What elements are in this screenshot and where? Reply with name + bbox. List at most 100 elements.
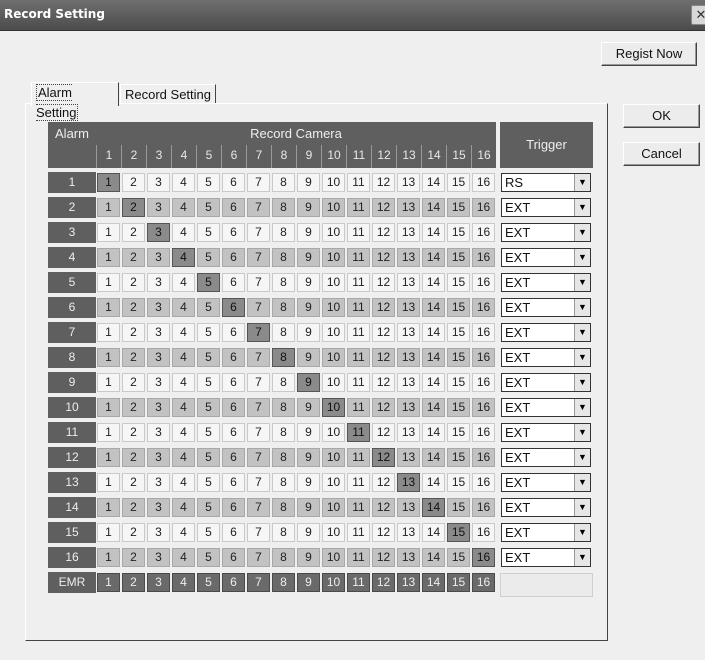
record-camera-cell[interactable]: 13 [397, 448, 420, 467]
record-camera-cell[interactable]: 7 [247, 548, 270, 567]
record-camera-cell[interactable]: 8 [272, 348, 295, 367]
record-camera-cell[interactable]: 6 [222, 173, 245, 192]
record-camera-cell[interactable]: 14 [422, 298, 445, 317]
record-camera-cell[interactable]: 10 [322, 273, 345, 292]
trigger-select[interactable]: EXT ▼ [501, 373, 591, 392]
record-camera-cell[interactable]: 8 [272, 498, 295, 517]
record-camera-cell[interactable]: 2 [122, 198, 145, 217]
trigger-select[interactable]: EXT ▼ [501, 248, 591, 267]
emr-camera-cell[interactable]: 6 [222, 573, 245, 592]
trigger-select[interactable]: RS ▼ [501, 173, 591, 192]
record-camera-cell[interactable]: 12 [372, 548, 395, 567]
chevron-down-icon[interactable]: ▼ [574, 424, 590, 441]
record-camera-cell[interactable]: 5 [197, 448, 220, 467]
record-camera-cell[interactable]: 13 [397, 548, 420, 567]
record-camera-cell[interactable]: 2 [122, 398, 145, 417]
record-camera-cell[interactable]: 7 [247, 373, 270, 392]
record-camera-cell[interactable]: 8 [272, 173, 295, 192]
record-camera-cell[interactable]: 16 [472, 448, 495, 467]
record-camera-cell[interactable]: 7 [247, 173, 270, 192]
emr-camera-cell[interactable]: 10 [322, 573, 345, 592]
chevron-down-icon[interactable]: ▼ [574, 549, 590, 566]
record-camera-cell[interactable]: 8 [272, 223, 295, 242]
record-camera-cell[interactable]: 11 [347, 298, 370, 317]
record-camera-cell[interactable]: 9 [297, 323, 320, 342]
record-camera-cell[interactable]: 4 [172, 298, 195, 317]
record-camera-cell[interactable]: 7 [247, 473, 270, 492]
trigger-select[interactable]: EXT ▼ [501, 498, 591, 517]
chevron-down-icon[interactable]: ▼ [574, 499, 590, 516]
record-camera-cell[interactable]: 5 [197, 498, 220, 517]
record-camera-cell[interactable]: 3 [147, 198, 170, 217]
record-camera-cell[interactable]: 11 [347, 323, 370, 342]
record-camera-cell[interactable]: 7 [247, 523, 270, 542]
record-camera-cell[interactable]: 2 [122, 523, 145, 542]
record-camera-cell[interactable]: 6 [222, 198, 245, 217]
record-camera-cell[interactable]: 5 [197, 398, 220, 417]
record-camera-cell[interactable]: 1 [97, 523, 120, 542]
record-camera-cell[interactable]: 16 [472, 548, 495, 567]
trigger-select[interactable]: EXT ▼ [501, 423, 591, 442]
record-camera-cell[interactable]: 11 [347, 423, 370, 442]
record-camera-cell[interactable]: 14 [422, 423, 445, 442]
record-camera-cell[interactable]: 8 [272, 198, 295, 217]
record-camera-cell[interactable]: 1 [97, 398, 120, 417]
record-camera-cell[interactable]: 9 [297, 348, 320, 367]
record-camera-cell[interactable]: 6 [222, 548, 245, 567]
record-camera-cell[interactable]: 11 [347, 548, 370, 567]
record-camera-cell[interactable]: 12 [372, 423, 395, 442]
close-icon[interactable]: ✕ [691, 5, 705, 25]
record-camera-cell[interactable]: 1 [97, 323, 120, 342]
record-camera-cell[interactable]: 13 [397, 273, 420, 292]
record-camera-cell[interactable]: 11 [347, 273, 370, 292]
record-camera-cell[interactable]: 2 [122, 423, 145, 442]
record-camera-cell[interactable]: 3 [147, 548, 170, 567]
record-camera-cell[interactable]: 4 [172, 398, 195, 417]
trigger-select[interactable]: EXT ▼ [501, 273, 591, 292]
record-camera-cell[interactable]: 4 [172, 498, 195, 517]
record-camera-cell[interactable]: 4 [172, 348, 195, 367]
record-camera-cell[interactable]: 11 [347, 398, 370, 417]
chevron-down-icon[interactable]: ▼ [574, 324, 590, 341]
emr-camera-cell[interactable]: 1 [97, 573, 120, 592]
emr-camera-cell[interactable]: 3 [147, 573, 170, 592]
trigger-select[interactable]: EXT ▼ [501, 348, 591, 367]
record-camera-cell[interactable]: 9 [297, 398, 320, 417]
record-camera-cell[interactable]: 1 [97, 273, 120, 292]
record-camera-cell[interactable]: 3 [147, 523, 170, 542]
record-camera-cell[interactable]: 2 [122, 323, 145, 342]
record-camera-cell[interactable]: 16 [472, 423, 495, 442]
record-camera-cell[interactable]: 6 [222, 423, 245, 442]
record-camera-cell[interactable]: 15 [447, 348, 470, 367]
record-camera-cell[interactable]: 12 [372, 398, 395, 417]
record-camera-cell[interactable]: 12 [372, 523, 395, 542]
record-camera-cell[interactable]: 10 [322, 198, 345, 217]
record-camera-cell[interactable]: 5 [197, 173, 220, 192]
record-camera-cell[interactable]: 8 [272, 473, 295, 492]
trigger-select[interactable]: EXT ▼ [501, 473, 591, 492]
record-camera-cell[interactable]: 7 [247, 248, 270, 267]
emr-camera-cell[interactable]: 8 [272, 573, 295, 592]
record-camera-cell[interactable]: 1 [97, 548, 120, 567]
chevron-down-icon[interactable]: ▼ [574, 524, 590, 541]
record-camera-cell[interactable]: 10 [322, 523, 345, 542]
record-camera-cell[interactable]: 12 [372, 323, 395, 342]
trigger-select[interactable]: EXT ▼ [501, 198, 591, 217]
chevron-down-icon[interactable]: ▼ [574, 349, 590, 366]
record-camera-cell[interactable]: 6 [222, 323, 245, 342]
record-camera-cell[interactable]: 7 [247, 198, 270, 217]
record-camera-cell[interactable]: 11 [347, 198, 370, 217]
record-camera-cell[interactable]: 8 [272, 523, 295, 542]
record-camera-cell[interactable]: 11 [347, 473, 370, 492]
record-camera-cell[interactable]: 7 [247, 323, 270, 342]
record-camera-cell[interactable]: 9 [297, 548, 320, 567]
record-camera-cell[interactable]: 13 [397, 373, 420, 392]
record-camera-cell[interactable]: 10 [322, 498, 345, 517]
record-camera-cell[interactable]: 14 [422, 373, 445, 392]
record-camera-cell[interactable]: 4 [172, 223, 195, 242]
record-camera-cell[interactable]: 9 [297, 223, 320, 242]
record-camera-cell[interactable]: 9 [297, 473, 320, 492]
chevron-down-icon[interactable]: ▼ [574, 224, 590, 241]
record-camera-cell[interactable]: 14 [422, 398, 445, 417]
record-camera-cell[interactable]: 3 [147, 448, 170, 467]
